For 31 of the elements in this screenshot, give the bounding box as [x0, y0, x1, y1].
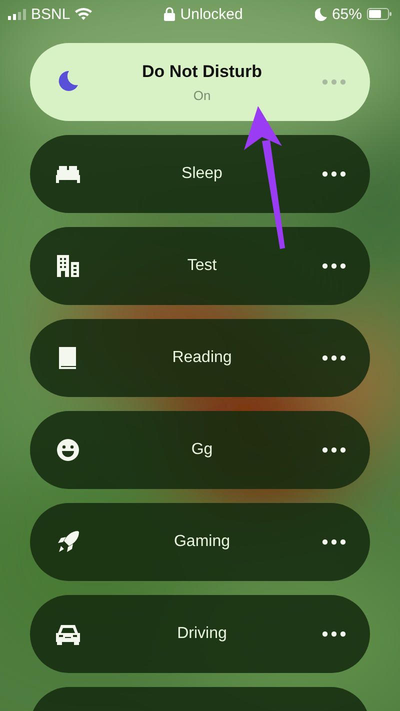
- more-icon[interactable]: [322, 447, 346, 453]
- battery-percentage: 65%: [332, 6, 362, 22]
- focus-mode-label: Test: [187, 257, 217, 275]
- focus-mode-card[interactable]: Do Not Disturb On: [30, 43, 370, 121]
- focus-mode-card[interactable]: Sleep: [30, 135, 370, 213]
- focus-mode-label: Gaming: [174, 533, 230, 551]
- building-icon: [54, 252, 82, 280]
- lock-status: Unlocked: [180, 6, 243, 22]
- focus-mode-label: Sleep: [182, 165, 222, 183]
- wifi-icon: [75, 8, 92, 20]
- more-icon[interactable]: [322, 539, 346, 545]
- focus-mode-label: Driving: [177, 625, 227, 643]
- more-icon[interactable]: [322, 263, 346, 269]
- focus-mode-card[interactable]: Test: [30, 227, 370, 305]
- focus-mode-card[interactable]: Driving: [30, 595, 370, 673]
- battery-icon: [366, 8, 392, 20]
- more-icon[interactable]: [322, 171, 346, 177]
- more-icon[interactable]: [322, 631, 346, 637]
- focus-mode-card[interactable]: Gaming: [30, 503, 370, 581]
- smiley-icon: [54, 436, 82, 464]
- focus-mode-card[interactable]: Gg: [30, 411, 370, 489]
- focus-mode-label: Gg: [191, 441, 213, 459]
- focus-mode-label: Do Not Disturb: [142, 62, 262, 82]
- signal-icon: [8, 8, 26, 20]
- focus-mode-status: On: [193, 88, 211, 102]
- lock-icon: [164, 7, 176, 21]
- focus-mode-card[interactable]: Reading: [30, 319, 370, 397]
- focus-mode-label: Reading: [172, 349, 232, 367]
- moon-icon: [314, 8, 327, 20]
- carrier-name: BSNL: [31, 6, 70, 22]
- more-icon[interactable]: [322, 355, 346, 361]
